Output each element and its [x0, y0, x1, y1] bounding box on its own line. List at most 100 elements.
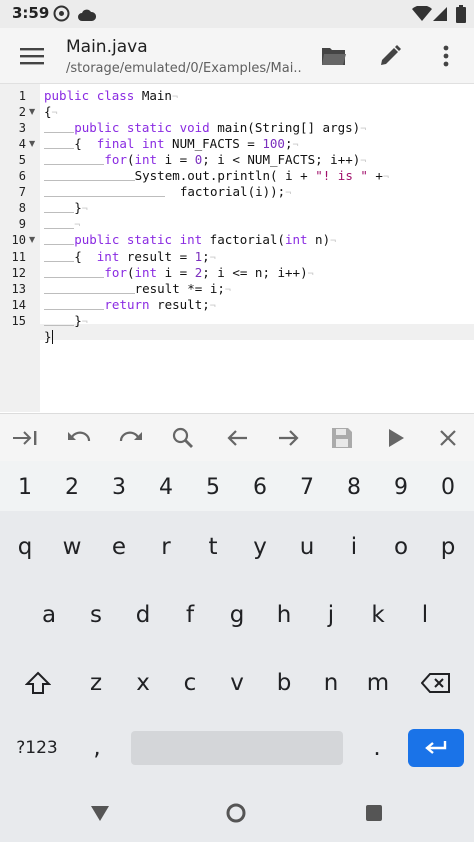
- key-v[interactable]: v: [218, 663, 256, 703]
- line-end-marker: ¬: [224, 284, 231, 296]
- key-x[interactable]: x: [124, 663, 162, 703]
- key-z[interactable]: z: [77, 663, 115, 703]
- search-icon[interactable]: [168, 423, 198, 453]
- code-token: result;: [149, 296, 210, 312]
- indent-guide: [44, 188, 165, 198]
- key-3[interactable]: 3: [100, 467, 138, 507]
- comma-key[interactable]: ,: [80, 729, 114, 767]
- code-line[interactable]: result *= i;¬: [44, 281, 231, 297]
- code-token: result *= i;: [134, 280, 225, 296]
- file-title: Main.java: [66, 37, 148, 57]
- tab-icon[interactable]: [10, 423, 40, 453]
- menu-icon[interactable]: [16, 40, 48, 72]
- code-line[interactable]: public static void main(String[] args)¬: [44, 120, 366, 136]
- key-l[interactable]: l: [406, 595, 444, 635]
- back-icon[interactable]: [87, 800, 113, 826]
- code-line[interactable]: }¬: [44, 200, 88, 216]
- code-line[interactable]: { final int NUM_FACTS = 100;¬: [44, 136, 299, 152]
- code-token: (: [126, 152, 135, 168]
- key-2[interactable]: 2: [53, 467, 91, 507]
- period-key[interactable]: .: [360, 729, 394, 767]
- more-vert-icon[interactable]: [430, 40, 462, 72]
- close-icon[interactable]: [433, 423, 463, 453]
- key-w[interactable]: w: [53, 527, 91, 567]
- arrow-right-icon[interactable]: [274, 423, 304, 453]
- key-m[interactable]: m: [359, 663, 397, 703]
- key-0[interactable]: 0: [429, 467, 467, 507]
- line-end-marker: ¬: [285, 188, 292, 200]
- code-line[interactable]: }¬: [44, 313, 88, 329]
- key-r[interactable]: r: [147, 527, 185, 567]
- fold-toggle-icon[interactable]: ▼: [29, 136, 38, 152]
- code-token: {: [74, 136, 82, 152]
- code-token: +: [367, 168, 383, 184]
- key-7[interactable]: 7: [288, 467, 326, 507]
- key-9[interactable]: 9: [382, 467, 420, 507]
- key-a[interactable]: a: [30, 595, 68, 635]
- code-line[interactable]: {¬: [44, 104, 58, 120]
- key-5[interactable]: 5: [194, 467, 232, 507]
- key-q[interactable]: q: [6, 527, 44, 567]
- enter-key[interactable]: [408, 729, 464, 767]
- battery-icon: [456, 5, 466, 27]
- redo-icon[interactable]: [116, 423, 146, 453]
- code-token: factorial(: [202, 232, 285, 248]
- folder-open-icon[interactable]: [318, 40, 350, 72]
- key-o[interactable]: o: [382, 527, 420, 567]
- fold-toggle-icon[interactable]: ▼: [29, 232, 38, 248]
- code-line[interactable]: public static int factorial(int n)¬: [44, 232, 336, 248]
- code-line[interactable]: public class Main¬: [44, 88, 178, 104]
- key-d[interactable]: d: [124, 595, 162, 635]
- code-line[interactable]: }: [44, 329, 54, 345]
- key-k[interactable]: k: [359, 595, 397, 635]
- arrow-left-icon[interactable]: [222, 423, 252, 453]
- key-b[interactable]: b: [265, 663, 303, 703]
- code-line[interactable]: for(int i = 0; i < NUM_FACTS; i++)¬: [44, 152, 366, 168]
- key-t[interactable]: t: [194, 527, 232, 567]
- undo-icon[interactable]: [64, 423, 94, 453]
- key-s[interactable]: s: [77, 595, 115, 635]
- key-6[interactable]: 6: [241, 467, 279, 507]
- key-g[interactable]: g: [218, 595, 256, 635]
- code-editor[interactable]: 1 2 ▼ 3 4 ▼ 5 6 7 8 9 10 ▼ 11 12 13 14 15 public class Ma…: [0, 84, 474, 412]
- recents-icon[interactable]: [361, 800, 387, 826]
- key-1[interactable]: 1: [6, 467, 44, 507]
- space-key[interactable]: [131, 731, 343, 765]
- line-number: 1: [18, 89, 26, 103]
- line-number: 9: [18, 217, 26, 232]
- line-number: 3: [18, 121, 26, 136]
- key-8[interactable]: 8: [335, 467, 373, 507]
- key-h[interactable]: h: [265, 595, 303, 635]
- line-number: 13: [11, 281, 26, 296]
- key-i[interactable]: i: [335, 527, 373, 567]
- fold-toggle-icon[interactable]: ▼: [29, 104, 38, 120]
- code-line[interactable]: System.out.println( i + "! is " +¬: [44, 168, 389, 184]
- line-number: 11: [11, 249, 26, 264]
- symbols-key[interactable]: ?123: [8, 729, 66, 767]
- run-icon[interactable]: [381, 423, 411, 453]
- home-icon[interactable]: [223, 800, 249, 826]
- code-token: Main: [134, 88, 172, 103]
- code-token: static: [126, 232, 173, 248]
- code-token: for: [104, 264, 127, 280]
- key-f[interactable]: f: [171, 595, 209, 635]
- editor-toolbar: [0, 413, 474, 461]
- key-e[interactable]: e: [100, 527, 138, 567]
- key-n[interactable]: n: [312, 663, 350, 703]
- key-4[interactable]: 4: [147, 467, 185, 507]
- key-c[interactable]: c: [171, 663, 209, 703]
- code-token: final: [81, 136, 135, 152]
- save-icon[interactable]: [327, 423, 357, 453]
- code-line[interactable]: return result;¬: [44, 297, 216, 313]
- code-line[interactable]: for(int i = 2; i <= n; i++)¬: [44, 265, 314, 281]
- code-line[interactable]: { int result = 1;¬: [44, 249, 216, 265]
- code-line[interactable]: ¬: [44, 216, 80, 232]
- key-p[interactable]: p: [429, 527, 467, 567]
- code-line[interactable]: factorial(i));¬: [44, 184, 291, 200]
- shift-key[interactable]: [18, 663, 58, 703]
- key-y[interactable]: y: [241, 527, 279, 567]
- backspace-key[interactable]: [414, 663, 458, 703]
- edit-icon[interactable]: [374, 40, 406, 72]
- key-j[interactable]: j: [312, 595, 350, 635]
- key-u[interactable]: u: [288, 527, 326, 567]
